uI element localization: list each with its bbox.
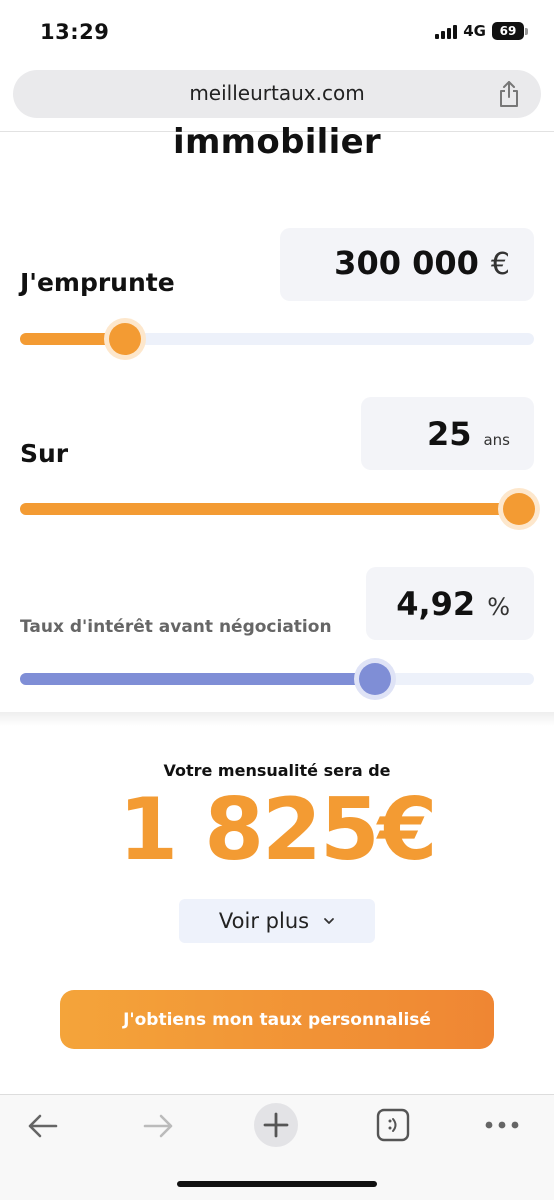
duration-field[interactable]: 25 ans xyxy=(361,397,534,470)
result-section-shadow xyxy=(0,712,554,726)
url-text[interactable]: meilleurtaux.com xyxy=(13,81,541,105)
loan-amount-label: J'emprunte xyxy=(20,268,175,297)
get-rate-button-label: J'obtiens mon taux personnalisé xyxy=(123,1009,431,1030)
battery-level: 69 xyxy=(492,22,524,40)
loan-amount-value: 300 000 xyxy=(334,244,479,282)
back-arrow-icon[interactable] xyxy=(24,1111,60,1141)
voir-plus-button[interactable]: Voir plus xyxy=(179,899,375,943)
page-title: immobilier xyxy=(173,122,381,162)
share-icon[interactable] xyxy=(497,80,521,108)
monthly-payment-label: Votre mensualité sera de xyxy=(163,761,391,780)
duration-label: Sur xyxy=(20,439,69,468)
duration-unit: ans xyxy=(483,431,510,449)
loan-amount-unit: € xyxy=(490,247,510,282)
rate-slider-fill xyxy=(20,673,375,685)
battery-icon: 69 xyxy=(492,22,528,40)
status-bar: 13:29 4G 69 xyxy=(0,0,554,64)
signal-icon xyxy=(435,23,458,39)
rate-field[interactable]: 4,92 % xyxy=(366,567,534,640)
status-indicators: 4G 69 xyxy=(435,22,528,40)
get-rate-button[interactable]: J'obtiens mon taux personnalisé xyxy=(60,990,494,1049)
duration-value: 25 xyxy=(426,415,472,453)
duration-slider-thumb[interactable] xyxy=(502,493,535,525)
loan-amount-slider[interactable] xyxy=(20,323,534,355)
rate-value: 4,92 xyxy=(396,585,476,623)
loan-amount-slider-thumb[interactable] xyxy=(109,323,142,355)
more-icon[interactable] xyxy=(484,1119,520,1131)
tabs-icon[interactable] xyxy=(376,1108,410,1142)
rate-slider-thumb[interactable] xyxy=(358,663,391,695)
duration-slider-fill xyxy=(20,503,519,515)
duration-slider[interactable] xyxy=(20,493,535,525)
new-tab-plus-icon[interactable] xyxy=(253,1102,299,1148)
home-indicator xyxy=(177,1181,377,1187)
chevron-down-icon xyxy=(324,918,334,924)
loan-amount-field[interactable]: 300 000 € xyxy=(280,228,534,301)
forward-arrow-icon[interactable] xyxy=(141,1111,177,1141)
monthly-payment-amount: 1 825€ xyxy=(118,780,437,880)
status-time: 13:29 xyxy=(40,20,110,44)
url-bar[interactable]: meilleurtaux.com xyxy=(13,70,541,118)
rate-unit: % xyxy=(487,593,510,621)
voir-plus-label: Voir plus xyxy=(218,909,310,933)
rate-slider[interactable] xyxy=(20,663,534,695)
network-type: 4G xyxy=(463,22,486,40)
rate-label: Taux d'intérêt avant négociation xyxy=(20,617,332,637)
